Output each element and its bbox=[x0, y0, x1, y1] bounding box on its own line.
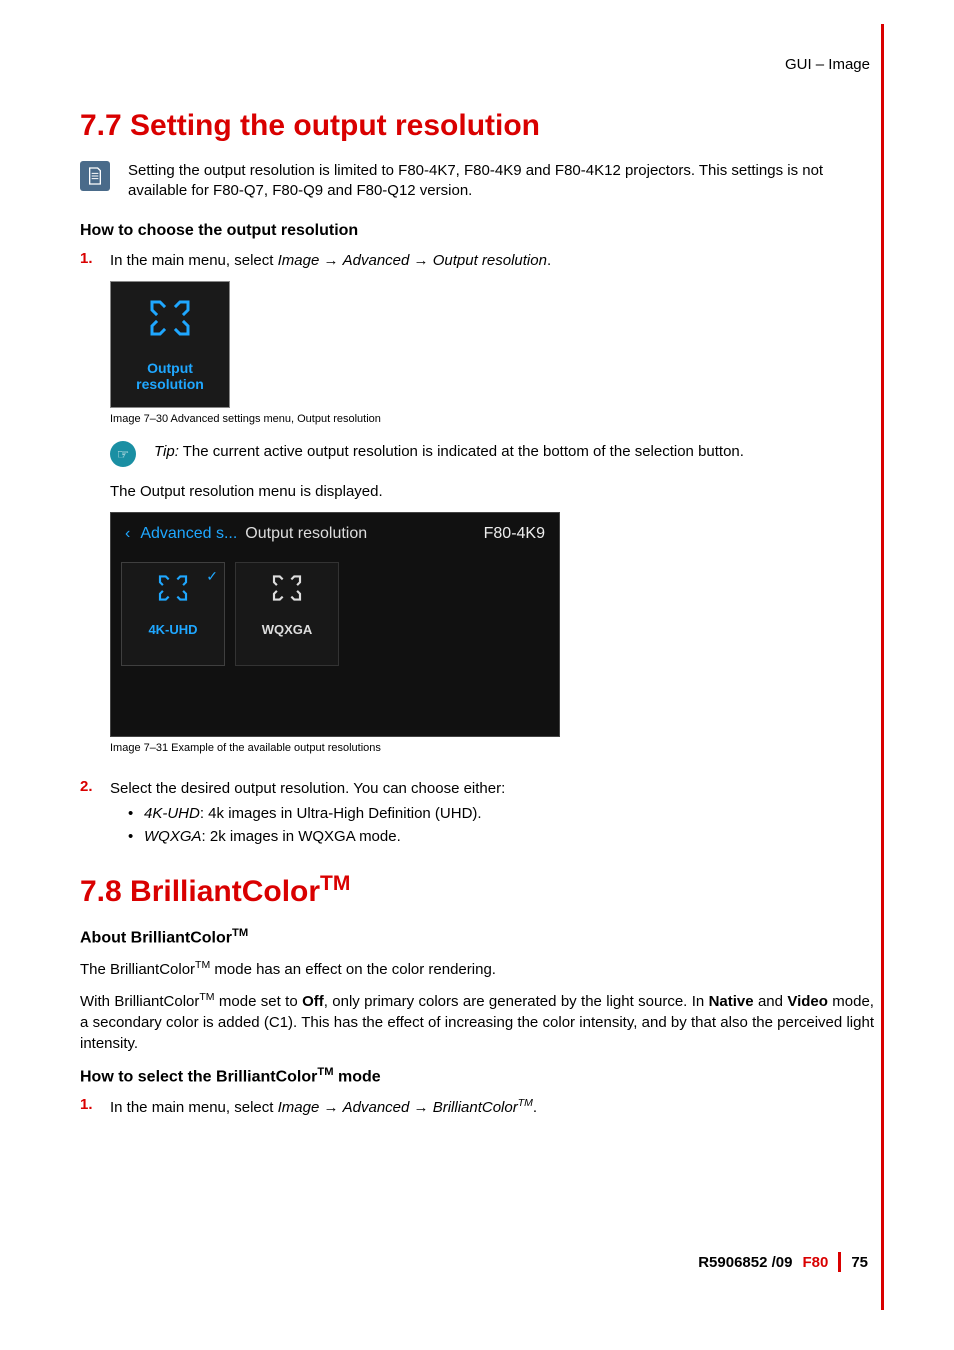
tile-wqxga-label: WQXGA bbox=[236, 621, 338, 639]
tile-label-line1: Output bbox=[117, 360, 223, 377]
bc-p2-d: and bbox=[754, 993, 788, 1010]
note-callout: Setting the output resolution is limited… bbox=[80, 161, 874, 202]
tip-body: The current active output resolution is … bbox=[179, 443, 744, 460]
expand-arrows-icon bbox=[117, 300, 223, 342]
option-wqxga-rest: : 2k images in WQXGA mode. bbox=[202, 828, 401, 845]
menu-path-image: Image bbox=[278, 252, 320, 269]
step-2-number: 2. bbox=[80, 778, 98, 848]
tm-mark-6: TM bbox=[518, 1097, 533, 1109]
bc-p2-b: mode set to bbox=[215, 993, 303, 1010]
tm-mark-4: TM bbox=[199, 991, 214, 1003]
bc-step-1-body: In the main menu, select Image → Advance… bbox=[110, 1096, 874, 1118]
tip-lead: Tip: bbox=[154, 443, 179, 460]
page-icon bbox=[80, 161, 110, 191]
output-resolution-screen: ‹ Advanced s... Output resolution F80-4K… bbox=[110, 512, 560, 736]
bc-step1-pre: In the main menu, select bbox=[110, 1099, 278, 1116]
how-to-choose-heading: How to choose the output resolution bbox=[80, 222, 874, 240]
step-1-body: In the main menu, select Image → Advance… bbox=[110, 250, 874, 771]
chevron-left-icon: ‹ bbox=[125, 523, 130, 545]
about-bc-text: About BrilliantColor bbox=[80, 930, 232, 947]
bc-off: Off bbox=[302, 993, 324, 1010]
screen-model: F80-4K9 bbox=[484, 523, 545, 545]
vertical-red-bar bbox=[881, 24, 884, 1310]
bc-path-bc: BrilliantColor bbox=[433, 1099, 518, 1116]
section-7-8-title: 7.8 BrilliantColorTM bbox=[80, 872, 874, 909]
bc-step-1-number: 1. bbox=[80, 1096, 98, 1118]
bc-p1-b: mode has an effect on the color renderin… bbox=[210, 961, 496, 978]
step-1-post: . bbox=[547, 252, 551, 269]
tm-mark: TM bbox=[320, 872, 350, 895]
step-2-body: Select the desired output resolution. Yo… bbox=[110, 778, 874, 848]
bc-path-image: Image bbox=[278, 1099, 320, 1116]
menu-path-advanced: Advanced bbox=[343, 252, 410, 269]
tile-label-line2: resolution bbox=[117, 376, 223, 393]
header-breadcrumb: GUI – Image bbox=[80, 56, 874, 73]
note-text: Setting the output resolution is limited… bbox=[128, 161, 874, 202]
option-wqxga-em: WQXGA bbox=[144, 828, 202, 845]
tile-4k-label: 4K-UHD bbox=[122, 621, 224, 639]
bc-p1-a: The BrilliantColor bbox=[80, 961, 195, 978]
step-1-pre: In the main menu, select bbox=[110, 252, 278, 269]
tip-text: Tip: The current active output resolutio… bbox=[154, 441, 744, 462]
screen-breadcrumb: Advanced s... bbox=[140, 523, 237, 545]
option-4k-uhd: 4K-UHD: 4k images in Ultra-High Definiti… bbox=[128, 803, 874, 826]
option-4k-rest: : 4k images in Ultra-High Definition (UH… bbox=[200, 805, 482, 822]
how-to-select-bc-heading: How to select the BrilliantColorTM mode bbox=[80, 1066, 874, 1086]
image-7-31-caption: Image 7–31 Example of the available outp… bbox=[110, 741, 874, 756]
page-footer: R5906852 /09 F80 75 bbox=[698, 1252, 868, 1272]
bc-path-advanced: Advanced bbox=[343, 1099, 410, 1116]
bc-para-2: With BrilliantColorTM mode set to Off, o… bbox=[80, 990, 874, 1054]
menu-path-output-resolution: Output resolution bbox=[433, 252, 547, 269]
tm-mark-2: TM bbox=[232, 927, 248, 939]
resolution-tile-wqxga: WQXGA bbox=[235, 562, 339, 666]
step-2-text: Select the desired output resolution. Yo… bbox=[110, 780, 505, 797]
bc-para-1: The BrilliantColorTM mode has an effect … bbox=[80, 958, 874, 980]
resolution-tile-4k-uhd: ✓ 4K-UHD bbox=[121, 562, 225, 666]
about-brilliantcolor-heading: About BrilliantColorTM bbox=[80, 927, 874, 947]
footer-divider bbox=[838, 1252, 841, 1272]
bc-p2-c: , only primary colors are generated by t… bbox=[324, 993, 709, 1010]
tm-mark-3: TM bbox=[195, 959, 210, 971]
output-resolution-tile: Output resolution bbox=[110, 281, 230, 409]
screen-title: Output resolution bbox=[245, 523, 475, 545]
bc-video: Video bbox=[787, 993, 828, 1010]
section-7-7-title: 7.7 Setting the output resolution bbox=[80, 109, 874, 143]
bc-p2-a: With BrilliantColor bbox=[80, 993, 199, 1010]
image-7-30-caption: Image 7–30 Advanced settings menu, Outpu… bbox=[110, 412, 874, 427]
option-wqxga: WQXGA: 2k images in WQXGA mode. bbox=[128, 826, 874, 849]
output-menu-displayed-text: The Output resolution menu is displayed. bbox=[110, 481, 874, 502]
option-4k-em: 4K-UHD bbox=[144, 805, 200, 822]
tm-mark-5: TM bbox=[317, 1066, 333, 1078]
section-7-8-title-text: 7.8 BrilliantColor bbox=[80, 875, 320, 908]
footer-page-number: 75 bbox=[851, 1254, 868, 1271]
bc-native: Native bbox=[709, 993, 754, 1010]
step-1-number: 1. bbox=[80, 250, 98, 771]
hand-point-icon: ☞ bbox=[110, 441, 136, 467]
footer-product: F80 bbox=[802, 1254, 828, 1271]
footer-docnum: R5906852 /09 bbox=[698, 1254, 792, 1271]
check-icon: ✓ bbox=[206, 567, 218, 587]
sub2-pre: How to select the BrilliantColor bbox=[80, 1068, 317, 1085]
sub2-post: mode bbox=[334, 1068, 381, 1085]
bc-step1-post: . bbox=[533, 1099, 537, 1116]
